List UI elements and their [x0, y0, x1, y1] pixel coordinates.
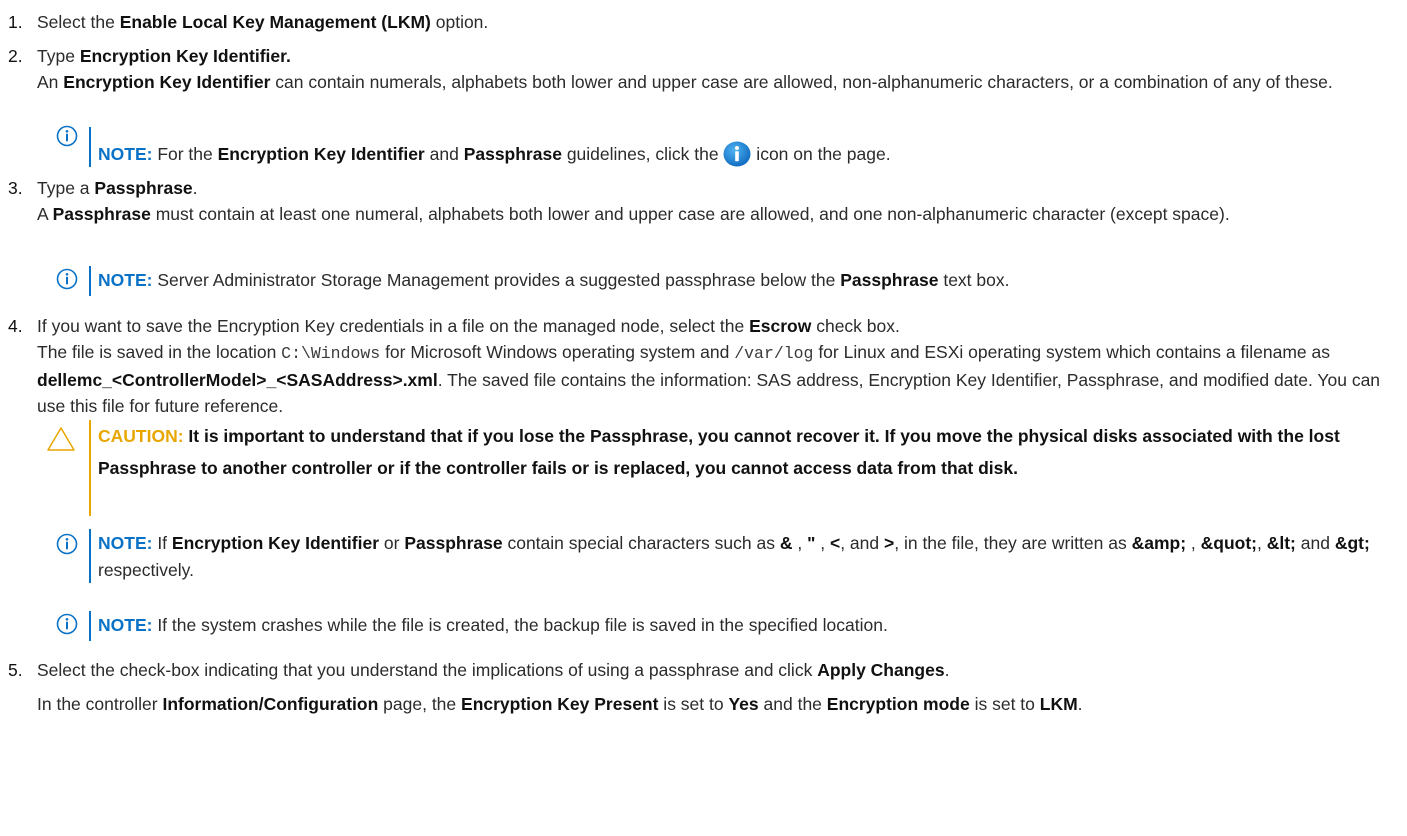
note-label: NOTE: [98, 144, 153, 164]
step-description: A Passphrase must contain at least one n… [37, 204, 1230, 224]
step-text: Select the check-box indicating that you… [37, 657, 1397, 717]
note-label: NOTE: [98, 270, 153, 290]
note-label: NOTE: [98, 533, 153, 553]
step-number: 3. [8, 178, 23, 198]
escrow-filename: dellemc_<ControllerModel>_<SASAddress>.x… [37, 370, 438, 390]
step-description: In the controller Information/Configurat… [37, 694, 1083, 714]
caution-label: CAUTION: [98, 426, 184, 446]
info-circle-icon [56, 268, 78, 290]
warning-triangle-icon [47, 427, 75, 451]
step-number: 4. [8, 316, 23, 336]
step-text: Type a Passphrase. A Passphrase must con… [37, 175, 1397, 227]
step-text: Type Encryption Key Identifier. An Encry… [37, 43, 1397, 95]
step-title: Type a Passphrase. [37, 178, 198, 198]
note-special-characters: NOTE: If Encryption Key Identifier or Pa… [56, 529, 1407, 583]
caution-lost-passphrase: CAUTION: It is important to understand t… [47, 420, 1407, 516]
info-circle-icon [56, 125, 78, 147]
note-suggested-passphrase: NOTE: Server Administrator Storage Manag… [56, 266, 1407, 296]
step-text: Select the Enable Local Key Management (… [37, 12, 489, 32]
info-circle-icon [56, 613, 78, 635]
note-bar [89, 529, 91, 583]
step-number: 5. [8, 660, 23, 680]
note-system-crash: NOTE: If the system crashes while the fi… [56, 611, 1407, 641]
info-circle-icon [56, 533, 78, 555]
note-label: NOTE: [98, 615, 153, 635]
step-number: 1. [8, 12, 23, 32]
step-description: The file is saved in the location C:\Win… [37, 342, 1381, 416]
step-description: An Encryption Key Identifier can contain… [37, 72, 1333, 92]
info-badge-icon [723, 141, 751, 167]
path-linux: /var/log [734, 344, 814, 363]
note-guidelines: NOTE: For the Encryption Key Identifier … [56, 125, 1407, 167]
note-bar [89, 611, 91, 641]
note-bar [89, 266, 91, 296]
step-text: If you want to save the Encryption Key c… [37, 313, 1397, 419]
step-title: Type Encryption Key Identifier. [37, 46, 291, 66]
step-number: 2. [8, 46, 23, 66]
note-bar [89, 127, 91, 167]
caution-bar [89, 420, 91, 516]
path-windows: C:\Windows [281, 344, 381, 363]
